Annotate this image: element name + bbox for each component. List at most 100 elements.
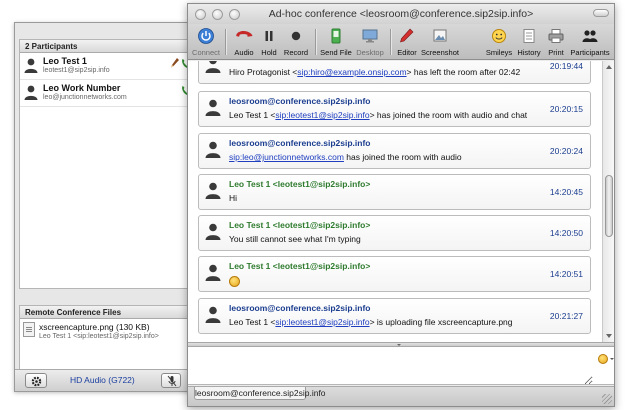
message-text: Leo Test 1 <sip:leotest1@sip2sip.info> h… [229, 110, 528, 120]
files-header: Remote Conference Files [20, 306, 194, 319]
participants-footer: HD Audio (G722) [15, 369, 199, 391]
person-icon [205, 223, 221, 240]
message-time: 20:19:44 [549, 61, 583, 71]
compose-area [188, 347, 614, 385]
message-time: 20:21:27 [549, 311, 583, 321]
chat-message: leosroom@conference.sip2sip.info sip:leo… [198, 133, 591, 169]
session-tab[interactable]: leosroom@conference.sip2sip.info [194, 387, 326, 400]
participant-name: Leo Work Number [43, 83, 121, 93]
message-sender: Leo Test 1 <leotest1@sip2sip.info> [229, 220, 371, 230]
participant-row[interactable]: Leo Work Number leo@junctionnetworks.com [20, 80, 194, 107]
toolbar: Connect Audio Hold Record Send File Desk… [188, 24, 614, 60]
send-file-label: Send File [320, 48, 352, 57]
toolbar-toggle-button[interactable] [593, 9, 609, 17]
person-icon [205, 99, 221, 116]
chat-message: leosroom@conference.sip2sip.info Leo Tes… [198, 298, 591, 334]
message-link[interactable]: sip:hiro@example.onsip.com [297, 67, 406, 77]
person-icon [205, 61, 221, 73]
monitor-icon [362, 29, 378, 43]
message-sender: Leo Test 1 <leotest1@sip2sip.info> [229, 261, 371, 271]
person-icon [24, 58, 38, 73]
file-name: xscreencapture.png (130 KB) [39, 322, 150, 332]
message-text: You still cannot see what I'm typing [229, 234, 361, 244]
microphone-muted-icon [167, 375, 177, 387]
connect-button[interactable]: Connect [190, 26, 222, 58]
history-label: History [517, 48, 541, 57]
chat-scrollbar[interactable] [602, 61, 614, 342]
participant-row[interactable]: Leo Test 1 leotest1@sip2sip.info [20, 53, 194, 80]
window-title: Ad-hoc conference <leosroom@conference.s… [268, 8, 534, 20]
pencil-icon [400, 28, 414, 43]
title-bar: Ad-hoc conference <leosroom@conference.s… [188, 4, 614, 24]
print-label: Print [548, 48, 564, 57]
message-input[interactable] [188, 347, 593, 385]
print-button[interactable]: Print [544, 26, 568, 58]
screenshot-button[interactable]: Screenshot [420, 26, 460, 58]
message-sender: leosroom@conference.sip2sip.info [229, 96, 371, 106]
audio-label: Audio [234, 48, 254, 57]
smiley-picker-icon[interactable] [598, 354, 614, 364]
participants-icon [582, 30, 598, 42]
file-item[interactable]: xscreencapture.png (130 KB) Leo Test 1 <… [20, 319, 194, 345]
chat-message: Leo Test 1 <leotest1@sip2sip.info> Hi 14… [198, 174, 591, 210]
participants-list: 2 Participants Leo Test 1 leotest1@sip2s… [19, 39, 195, 289]
conference-window: Ad-hoc conference <leosroom@conference.s… [187, 3, 615, 407]
message-link[interactable]: sip:leotest1@sip2sip.info [275, 317, 369, 327]
send-file-button[interactable]: Send File [319, 26, 353, 58]
hold-button[interactable]: Hold [257, 26, 281, 58]
screenshot-icon [433, 29, 447, 42]
desktop: 2 Participants Leo Test 1 leotest1@sip2s… [0, 0, 628, 410]
record-icon [291, 31, 301, 41]
editor-label: Editor [397, 48, 417, 57]
message-time: 14:20:45 [549, 187, 583, 197]
smileys-button[interactable]: Smileys [484, 26, 514, 58]
settings-button[interactable] [25, 373, 47, 388]
message-sender: leosroom@conference.sip2sip.info [229, 138, 371, 148]
file-sender: Leo Test 1 <sip:leotest1@sip2sip.info> [39, 333, 159, 340]
audio-codec-label: HD Audio (G722) [70, 375, 135, 385]
desktop-button[interactable]: Desktop [354, 26, 386, 58]
message-text: sip:leo@junctionnetworks.com has joined … [229, 152, 462, 162]
message-time: 20:20:24 [549, 146, 583, 156]
scroll-up-arrow[interactable] [606, 65, 612, 69]
participants-button[interactable]: Participants [569, 26, 611, 58]
person-icon [205, 306, 221, 323]
message-link[interactable]: sip:leo@junctionnetworks.com [229, 152, 344, 162]
printer-icon [548, 29, 564, 43]
message-link[interactable]: sip:leotest1@sip2sip.info [275, 110, 369, 120]
participants-header: 2 Participants [20, 40, 194, 53]
connect-label: Connect [192, 48, 220, 57]
message-text: Hi [229, 193, 238, 203]
message-time: 20:20:15 [549, 104, 583, 114]
message-text: Leo Test 1 <sip:leotest1@sip2sip.info> i… [229, 317, 513, 327]
screenshot-label: Screenshot [421, 48, 459, 57]
gear-icon [31, 376, 42, 387]
power-icon [198, 28, 214, 44]
person-icon [205, 182, 221, 199]
pause-icon [265, 31, 273, 41]
message-sender: leosroom@conference.sip2sip.info [229, 303, 371, 313]
message-text: Hiro Protagonist <sip:hiro@example.onsip… [229, 67, 521, 77]
splitter-handle-icon [397, 344, 401, 346]
send-file-icon [331, 28, 341, 44]
message-time: 14:20:50 [549, 228, 583, 238]
smiley-icon [229, 276, 240, 287]
pencil-icon [171, 58, 179, 68]
chat-message: leosroom@conference.sip2sip.info Leo Tes… [198, 91, 591, 127]
scroll-thumb[interactable] [605, 175, 613, 237]
participant-name: Leo Test 1 [43, 56, 87, 66]
editor-button[interactable]: Editor [394, 26, 420, 58]
document-icon [23, 322, 35, 337]
desktop-label: Desktop [356, 48, 384, 57]
toolbar-separator [225, 29, 226, 55]
scroll-down-arrow[interactable] [606, 334, 612, 338]
session-tab-bar: leosroom@conference.sip2sip.info [188, 386, 614, 406]
smiley-icon [492, 29, 506, 43]
mute-button[interactable] [161, 373, 181, 388]
audio-button[interactable]: Audio [230, 26, 258, 58]
toolbar-separator [390, 29, 391, 55]
history-button[interactable]: History [514, 26, 544, 58]
record-button[interactable]: Record [281, 26, 311, 58]
resize-grip-icon[interactable] [602, 394, 612, 404]
message-sender: Leo Test 1 <leotest1@sip2sip.info> [229, 179, 371, 189]
